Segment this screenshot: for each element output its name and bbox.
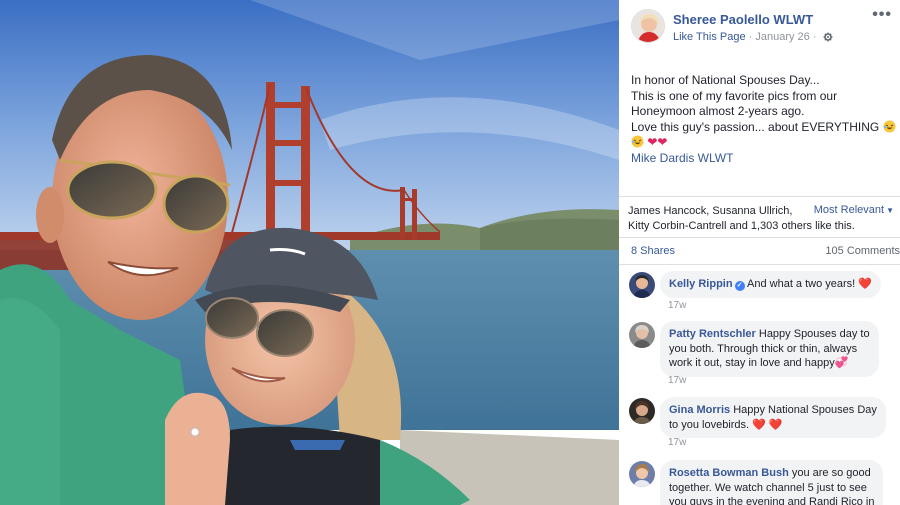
page-avatar-image bbox=[632, 10, 664, 42]
more-options-button[interactable]: ••• bbox=[872, 6, 892, 24]
comment-author-link[interactable]: Patty Rentschler bbox=[669, 328, 756, 340]
post-text-line: Love this guy's passion... about EVERYTH… bbox=[631, 119, 880, 134]
comment-text: And what a two years! ❤️ bbox=[747, 278, 872, 290]
comment-text: you both. Through thick or thin, always bbox=[669, 342, 858, 355]
laughing-emoji-icon bbox=[631, 135, 644, 148]
commenter-avatar[interactable] bbox=[629, 398, 655, 424]
like-page-link[interactable]: Like This Page bbox=[673, 31, 746, 43]
sort-label: Most Relevant bbox=[813, 204, 885, 216]
meta-separator: · bbox=[745, 31, 756, 43]
post-date[interactable]: January 26 bbox=[755, 31, 809, 43]
commenter-avatar[interactable] bbox=[629, 461, 655, 487]
comment-author-link[interactable]: Gina Morris bbox=[669, 404, 730, 416]
comment-bubble: Rosetta Bowman Bush you are so good toge… bbox=[660, 460, 884, 505]
privacy-gear-icon[interactable] bbox=[823, 32, 833, 45]
chevron-down-icon: ▼ bbox=[886, 206, 894, 215]
comment-timestamp[interactable]: 17w bbox=[668, 375, 686, 386]
comment-text: work it out, stay in love and happy💞 bbox=[669, 357, 849, 369]
verified-badge-icon: ✓ bbox=[734, 281, 745, 291]
comment-timestamp[interactable]: 17w bbox=[668, 300, 686, 311]
heart-emoji-icon: ❤ bbox=[657, 135, 668, 149]
emoji-row: ❤❤ bbox=[631, 135, 893, 151]
post-meta: Like This Page · January 26 · bbox=[673, 31, 833, 45]
comments-count-link[interactable]: 105 Comments bbox=[825, 245, 900, 257]
comment-author-link[interactable]: Kelly Rippin bbox=[669, 278, 733, 290]
reactions-summary: James Hancock, Susanna Ullrich, Kitty Co… bbox=[619, 196, 900, 236]
couple-photo-image bbox=[0, 0, 619, 505]
comment-bubble: Kelly Rippin ✓ And what a two years! ❤️ bbox=[660, 271, 881, 298]
comment-text: to you lovebirds. ❤️ ❤️ bbox=[669, 418, 783, 431]
comment-sort-dropdown[interactable]: Most Relevant ▼ bbox=[814, 204, 894, 216]
page-avatar[interactable] bbox=[631, 9, 665, 43]
post-photo[interactable] bbox=[0, 0, 619, 505]
comment-text: you guys in the evening and Randi Rico i… bbox=[669, 496, 875, 505]
meta-dot: · bbox=[809, 31, 820, 43]
tagged-person-link[interactable]: Mike Dardis WLWT bbox=[631, 151, 893, 167]
post-body: In honor of National Spouses Day... This… bbox=[631, 73, 896, 167]
likes-line: Kitty Corbin-Cantrell and 1,303 others l… bbox=[628, 220, 855, 232]
likes-list[interactable]: James Hancock, Susanna Ullrich, Kitty Co… bbox=[628, 204, 855, 234]
comment-text: Happy Spouses day to bbox=[758, 328, 870, 340]
comment-bubble: Gina Morris Happy National Spouses Day t… bbox=[660, 397, 886, 438]
page-name-link[interactable]: Sheree Paolello WLWT bbox=[673, 12, 813, 27]
heart-emoji-icon: ❤ bbox=[647, 135, 658, 149]
post-text-line: In honor of National Spouses Day... bbox=[631, 73, 820, 87]
shares-link[interactable]: 8 Shares bbox=[631, 245, 675, 257]
comment-text: together. We watch channel 5 just to see bbox=[669, 481, 867, 494]
comment-timestamp[interactable]: 17w bbox=[668, 437, 686, 448]
commenter-avatar[interactable] bbox=[629, 322, 655, 348]
comment-author-link[interactable]: Rosetta Bowman Bush bbox=[669, 467, 789, 479]
post-header: Sheree Paolello WLWT Like This Page · Ja… bbox=[619, 0, 900, 60]
post-detail-panel: Sheree Paolello WLWT Like This Page · Ja… bbox=[619, 0, 900, 505]
comment-text: you are so good bbox=[791, 467, 871, 479]
post-text-line: Honeymoon almost 2-years ago. bbox=[631, 104, 805, 118]
post-text-line-with-emoji: Love this guy's passion... about EVERYTH… bbox=[631, 119, 896, 136]
comment-bubble: Patty Rentschler Happy Spouses day to yo… bbox=[660, 321, 879, 377]
likes-line: James Hancock, Susanna Ullrich, bbox=[628, 205, 793, 217]
comment-text: Happy National Spouses Day bbox=[733, 404, 877, 416]
commenter-avatar[interactable] bbox=[629, 272, 655, 298]
laughing-emoji-icon bbox=[883, 120, 896, 133]
post-text-line: This is one of my favorite pics from our bbox=[631, 88, 838, 103]
engagement-counts: 8 Shares 105 Comments bbox=[619, 237, 900, 265]
